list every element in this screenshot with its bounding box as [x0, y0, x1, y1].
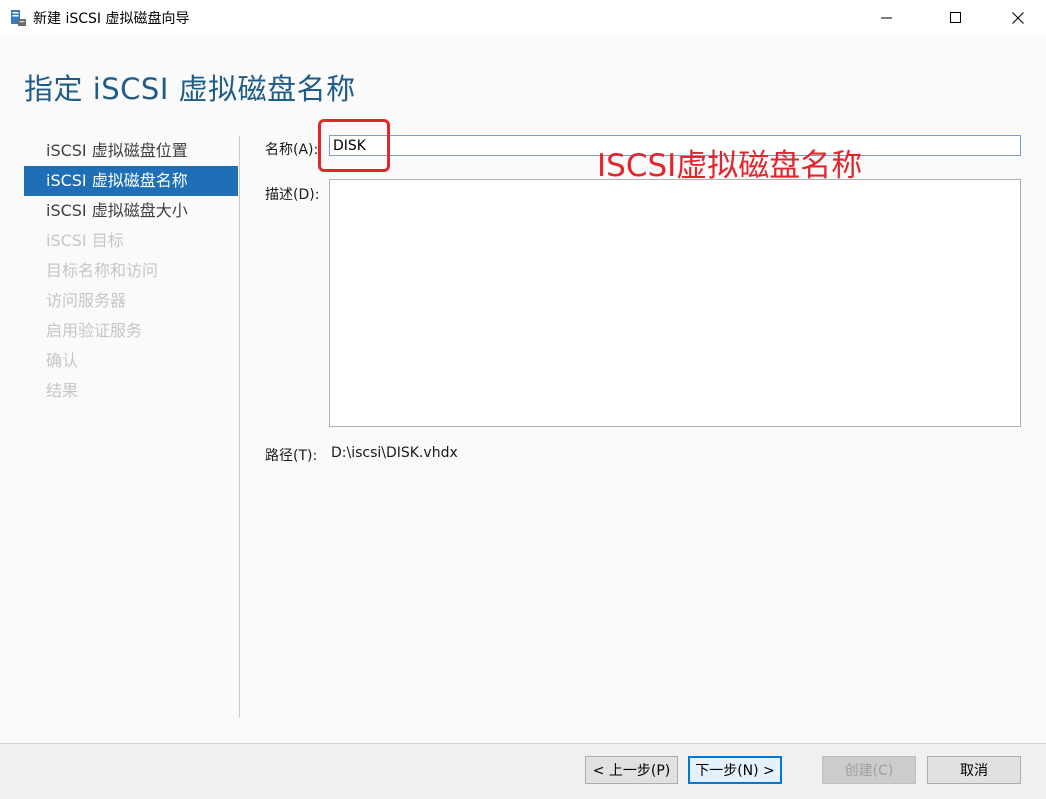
name-label: 名称(A): [265, 142, 319, 158]
page-title: 指定 iSCSI 虚拟磁盘名称 [24, 72, 356, 106]
previous-button[interactable]: < 上一步(P) [585, 756, 678, 784]
close-icon [1012, 12, 1024, 24]
step-virtual-disk-name[interactable]: iSCSI 虚拟磁盘名称 [24, 166, 238, 196]
create-button: 创建(C) [822, 756, 916, 784]
divider [239, 136, 240, 718]
step-target-name-access: 目标名称和访问 [46, 261, 159, 280]
step-enable-authentication: 启用验证服务 [46, 321, 143, 340]
path-label: 路径(T): [265, 448, 318, 464]
window-title: 新建 iSCSI 虚拟磁盘向导 [33, 11, 190, 27]
description-input[interactable] [329, 179, 1021, 427]
step-virtual-disk-location[interactable]: iSCSI 虚拟磁盘位置 [24, 136, 238, 166]
wizard-steps: iSCSI 虚拟磁盘位置 iSCSI 虚拟磁盘名称 iSCSI 虚拟磁盘大小 i… [24, 136, 238, 406]
step-iscsi-target: iSCSI 目标 [46, 231, 124, 250]
close-button[interactable] [995, 0, 1041, 36]
description-label: 描述(D): [265, 187, 320, 203]
server-manager-icon [11, 10, 26, 26]
step-access-servers: 访问服务器 [46, 291, 127, 310]
annotation-text: ISCSI虚拟磁盘名称 [597, 148, 863, 184]
step-results: 结果 [46, 381, 79, 400]
cancel-button[interactable]: 取消 [927, 756, 1021, 784]
step-virtual-disk-size[interactable]: iSCSI 虚拟磁盘大小 [24, 196, 238, 226]
maximize-icon [950, 12, 961, 23]
minimize-button[interactable] [864, 0, 910, 36]
maximize-button[interactable] [933, 0, 979, 36]
title-bar: 新建 iSCSI 虚拟磁盘向导 [0, 0, 1046, 36]
step-confirmation: 确认 [46, 351, 79, 370]
next-button[interactable]: 下一步(N) > [688, 756, 782, 784]
minimize-icon [881, 17, 892, 19]
button-bar: < 上一步(P) 下一步(N) > 创建(C) 取消 [0, 743, 1046, 799]
path-value: D:\iscsi\DISK.vhdx [331, 445, 458, 461]
annotation-highlight-box [318, 119, 390, 172]
wizard-content: 指定 iSCSI 虚拟磁盘名称 iSCSI 虚拟磁盘位置 iSCSI 虚拟磁盘名… [0, 36, 1046, 743]
